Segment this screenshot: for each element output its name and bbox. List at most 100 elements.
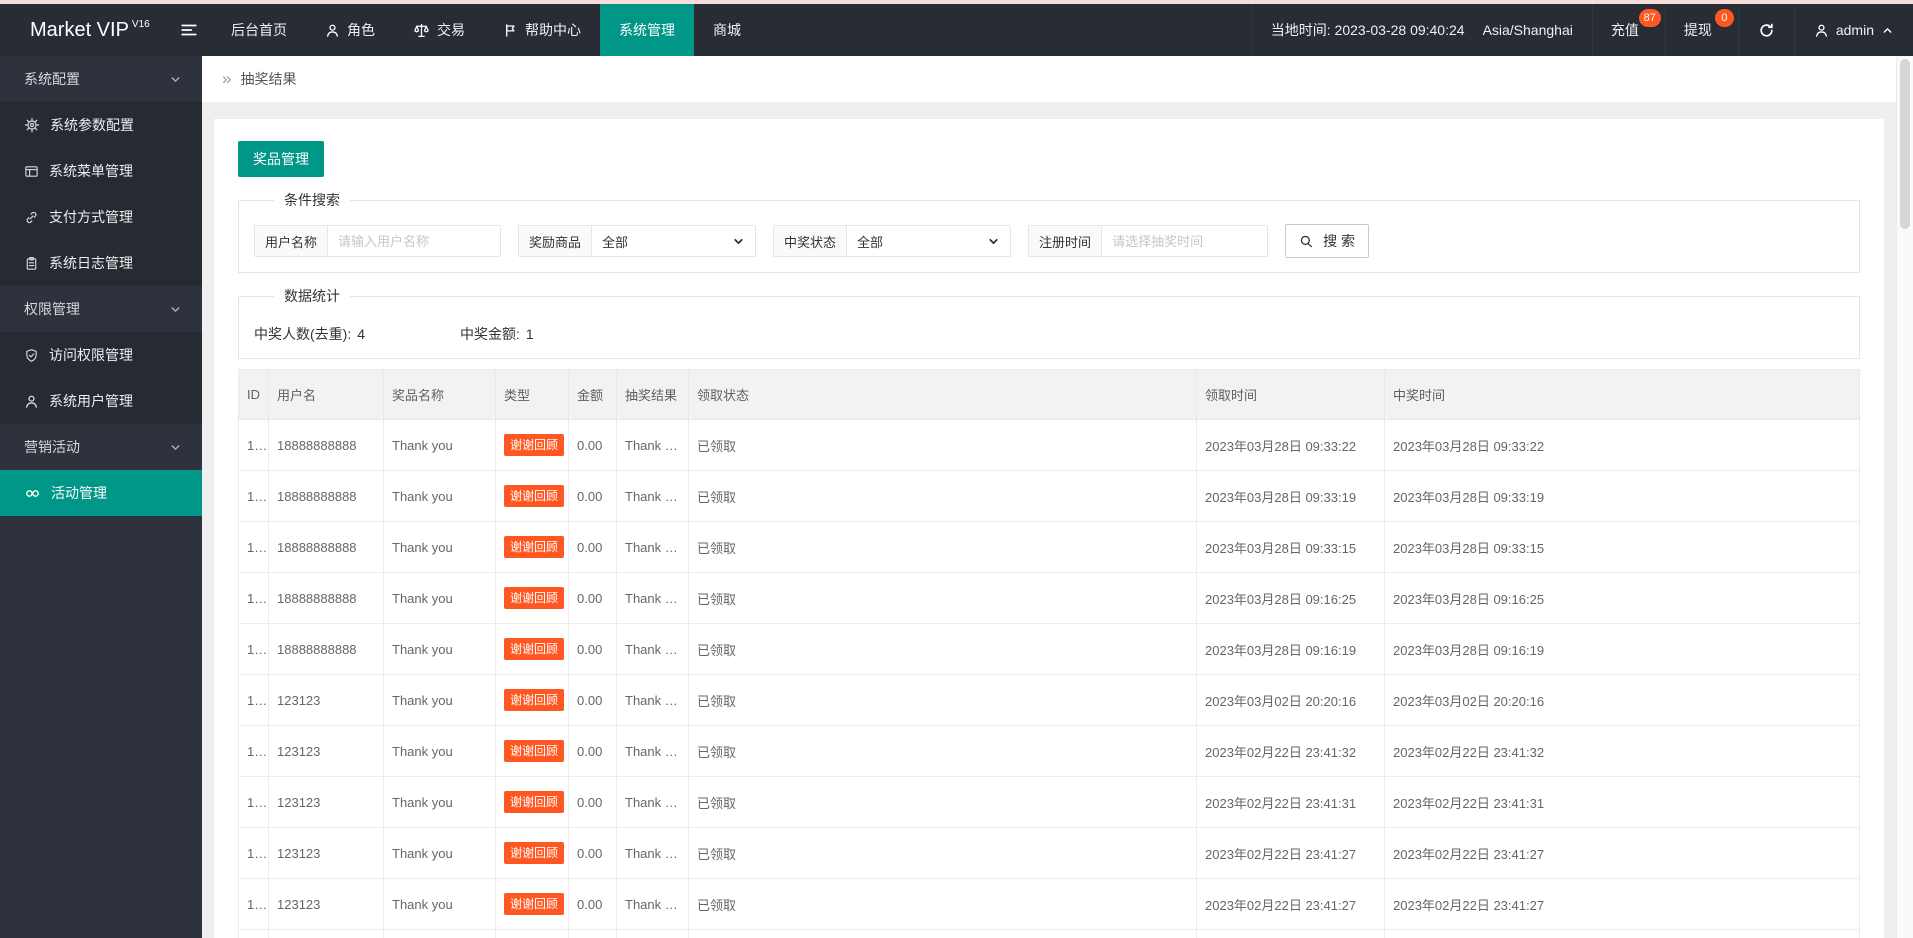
- cell-claim-time: 2023年03月28日 09:16:25: [1196, 572, 1385, 624]
- results-table: ID 用户名 奖品名称 类型 金额 抽奖结果 领取状态 领取时间 中奖时间 1... 188888…: [238, 369, 1860, 938]
- clipboard-icon: [24, 256, 39, 271]
- navbar-right: 当地时间: 2023-03-28 09:40:24 Asia/Shanghai …: [1250, 4, 1913, 56]
- cell-username: 18888888888: [268, 521, 384, 573]
- sidebar-group-label: 系统配置: [24, 71, 80, 87]
- sidebar-item-label: 活动管理: [51, 485, 107, 501]
- table-row: 1...123123Thank you谢谢回顾0.00Thank you已领取2…: [238, 725, 1860, 777]
- cell-username: 123123: [268, 725, 384, 777]
- chevron-down-icon: [169, 441, 182, 454]
- type-badge: 谢谢回顾: [504, 893, 565, 915]
- recharge-button[interactable]: 充值 87: [1591, 4, 1665, 56]
- cell-type: 谢谢回顾: [495, 623, 569, 675]
- refresh-icon: [1758, 22, 1775, 39]
- nav-item-home[interactable]: 后台首页: [212, 4, 306, 56]
- cell-win-time: 2023年03月28日 09:33:19: [1384, 470, 1860, 522]
- status-select[interactable]: 全部: [847, 226, 1010, 256]
- cell-type: 谢谢回顾: [495, 929, 569, 938]
- cell-type: 谢谢回顾: [495, 521, 569, 573]
- cell-type: 谢谢回顾: [495, 674, 569, 726]
- cell-claim-status: 已领取: [688, 623, 1197, 675]
- sidebar-item-activity-manage[interactable]: 活动管理: [0, 470, 202, 516]
- table-header-row: ID 用户名 奖品名称 类型 金额 抽奖结果 领取状态 领取时间 中奖时间: [238, 369, 1860, 420]
- sidebar-item-system-user[interactable]: 系统用户管理: [0, 378, 202, 424]
- sidebar-item-system-params[interactable]: 系统参数配置: [0, 102, 202, 148]
- table-row: 1...123123Thank you谢谢回顾0.00Thank you已领取2…: [238, 827, 1860, 879]
- stats-legend: 数据统计: [284, 288, 340, 304]
- cell-win-time: 2023年03月28日 09:33:22: [1384, 419, 1860, 471]
- vertical-scrollbar[interactable]: [1896, 56, 1913, 938]
- table-row: 1...123123Thank you谢谢回顾0.00Thank you已领取2…: [238, 878, 1860, 930]
- prize-manage-button[interactable]: 奖品管理: [238, 141, 324, 177]
- cell-amount: 0.00: [568, 674, 617, 726]
- cell-prize-name: Thank you: [383, 827, 496, 879]
- cell-claim-status: 已领取: [688, 878, 1197, 930]
- chevron-down-icon: [169, 73, 182, 86]
- cell-draw-result: Thank you: [616, 521, 689, 573]
- cell-type: 谢谢回顾: [495, 572, 569, 624]
- type-badge: 谢谢回顾: [504, 740, 565, 762]
- sidebar-group-permission[interactable]: 权限管理: [0, 286, 202, 332]
- cell-win-time: 2023年03月28日 09:16:19: [1384, 623, 1860, 675]
- cell-amount: 0.00: [568, 827, 617, 879]
- table-row: 1...123123Thank you谢谢回顾0.00Thank you已领取2…: [238, 674, 1860, 726]
- user-menu[interactable]: admin: [1793, 4, 1913, 56]
- cell-id: 1...: [238, 470, 269, 522]
- cell-win-time: 2023年03月28日 09:16:25: [1384, 572, 1860, 624]
- local-time: 当地时间: 2023-03-28 09:40:24 Asia/Shanghai: [1250, 4, 1592, 56]
- column-header: 金额: [568, 369, 617, 420]
- scrollbar-thumb[interactable]: [1900, 59, 1910, 229]
- breadcrumb: » 抽奖结果: [202, 56, 1896, 103]
- person-icon: [24, 394, 39, 409]
- amount-value: 1: [525, 326, 534, 342]
- cell-prize-name: Thank you: [383, 419, 496, 471]
- register-time-group: 注册时间: [1028, 225, 1269, 257]
- cell-draw-result: Thank you: [616, 419, 689, 471]
- search-button-label: 搜 索: [1323, 233, 1355, 249]
- cell-id: 1...: [238, 827, 269, 879]
- type-badge: 谢谢回顾: [504, 791, 565, 813]
- cell-id: 1...: [238, 521, 269, 573]
- cell-amount: 0.00: [568, 419, 617, 471]
- recharge-badge: 87: [1638, 9, 1661, 27]
- cell-claim-time: 2023年02月22日 23:41:27: [1196, 827, 1385, 879]
- sidebar-collapse-button[interactable]: [166, 4, 212, 56]
- withdraw-button[interactable]: 提现 0: [1664, 4, 1738, 56]
- nav-item-system-admin[interactable]: 系统管理: [600, 4, 694, 56]
- cell-claim-time: 2023年03月02日 20:20:16: [1196, 674, 1385, 726]
- cell-id: 1...: [238, 674, 269, 726]
- refresh-button[interactable]: [1737, 4, 1794, 56]
- prize-select[interactable]: 全部: [592, 226, 755, 256]
- sidebar-item-payment-method[interactable]: 支付方式管理: [0, 194, 202, 240]
- flag-icon: [503, 23, 518, 38]
- nav-item-help-center[interactable]: 帮助中心: [484, 4, 600, 56]
- top-navbar: Market VIP V16 后台首页 角色 交易 帮助中心 系统管理 商城 当地时间: …: [0, 4, 1913, 56]
- prize-select-group: 奖励商品 全部: [518, 225, 757, 257]
- cell-claim-status: 已领取: [688, 827, 1197, 879]
- chevron-down-icon: [732, 235, 745, 248]
- cell-type: 谢谢回顾: [495, 725, 569, 777]
- draw-time-input[interactable]: [1102, 226, 1268, 256]
- nav-item-label: 帮助中心: [525, 22, 581, 38]
- sidebar-group-system-config[interactable]: 系统配置: [0, 56, 202, 102]
- sidebar-item-system-menu[interactable]: 系统菜单管理: [0, 148, 202, 194]
- scales-icon: [413, 22, 430, 39]
- username-input[interactable]: [328, 226, 501, 256]
- username-label: 用户名称: [255, 226, 329, 256]
- status-select-group: 中奖状态 全部: [773, 225, 1012, 257]
- cell-username: 18888888888: [268, 623, 384, 675]
- sidebar-item-access-permission[interactable]: 访问权限管理: [0, 332, 202, 378]
- nav-item-mall[interactable]: 商城: [694, 4, 760, 56]
- cell-id: 1...: [238, 878, 269, 930]
- sidebar-group-marketing[interactable]: 营销活动: [0, 424, 202, 470]
- nav-item-roles[interactable]: 角色: [306, 4, 394, 56]
- cell-claim-status: 已领取: [688, 470, 1197, 522]
- sidebar-item-system-log[interactable]: 系统日志管理: [0, 240, 202, 286]
- search-button[interactable]: 搜 索: [1285, 224, 1369, 258]
- nav-item-trade[interactable]: 交易: [394, 4, 484, 56]
- cell-win-time: 2023年03月02日 20:20:16: [1384, 674, 1860, 726]
- column-header: 领取状态: [688, 369, 1197, 420]
- stats-fieldset: 数据统计 中奖人数(去重): 4 中奖金额: 1: [238, 286, 1860, 359]
- stats-row: 中奖人数(去重): 4 中奖金额: 1: [254, 324, 1844, 344]
- cell-username: 123123: [268, 827, 384, 879]
- user-icon: [1814, 23, 1829, 38]
